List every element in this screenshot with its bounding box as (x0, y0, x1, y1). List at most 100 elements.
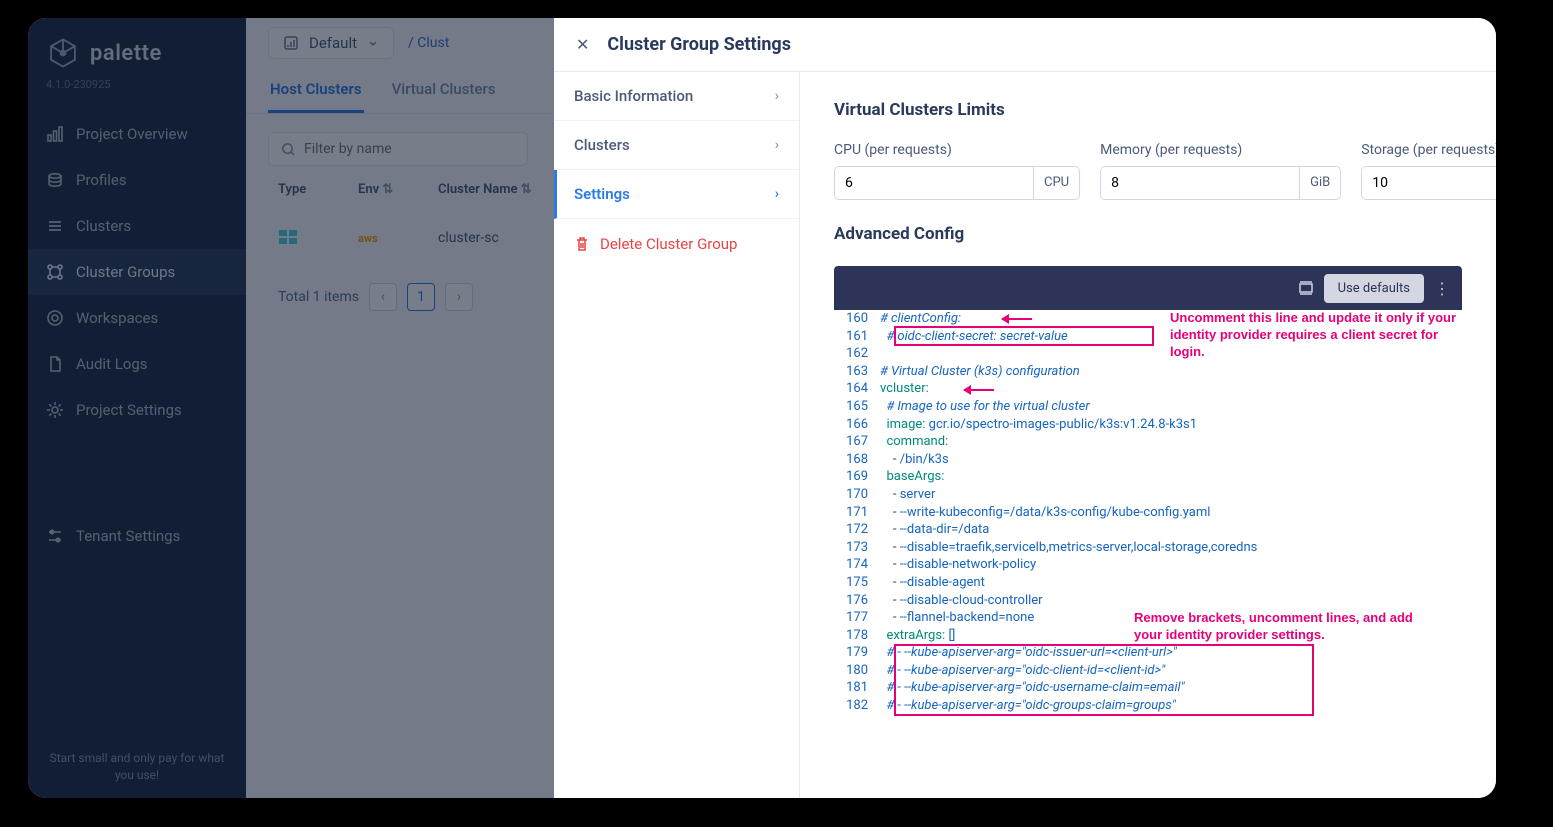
code-line[interactable]: 163# Virtual Cluster (k3s) configuration (834, 363, 1462, 381)
code-line[interactable]: 175 - --disable-agent (834, 574, 1462, 592)
settings-nav: Basic Information › Clusters › Settings … (554, 72, 800, 798)
code-line[interactable]: 182 # - --kube-apiserver-arg="oidc-group… (834, 697, 1462, 715)
nav-label: Clusters (574, 136, 630, 154)
nav-basic-information[interactable]: Basic Information › (554, 72, 799, 121)
code-content: - --disable-network-policy (880, 556, 1462, 574)
code-content: # - --kube-apiserver-arg="oidc-groups-cl… (880, 697, 1462, 715)
code-line[interactable]: 174 - --disable-network-policy (834, 556, 1462, 574)
line-number: 178 (834, 627, 880, 645)
code-content: - --disable-agent (880, 574, 1462, 592)
code-content: # Virtual Cluster (k3s) configuration (880, 363, 1462, 381)
more-icon[interactable]: ⋮ (1434, 279, 1450, 298)
memory-unit: GiB (1299, 167, 1340, 199)
annotation-text-2: Remove brackets, uncomment lines, and ad… (1134, 610, 1444, 644)
code-content: # - --kube-apiserver-arg="oidc-username-… (880, 679, 1462, 697)
line-number: 176 (834, 592, 880, 610)
chevron-right-icon: › (775, 88, 779, 104)
nav-label: Settings (574, 185, 630, 203)
storage-input[interactable] (1362, 167, 1496, 199)
limit-label: Memory (per requests) (1100, 142, 1341, 158)
close-icon[interactable]: ✕ (576, 35, 589, 54)
chevron-right-icon: › (775, 137, 779, 153)
code-line[interactable]: 164vcluster: (834, 380, 1462, 398)
code-line[interactable]: 173 - --disable=traefik,servicelb,metric… (834, 539, 1462, 557)
code-line[interactable]: 168 - /bin/k3s (834, 451, 1462, 469)
code-content: # - --kube-apiserver-arg="oidc-issuer-ur… (880, 644, 1462, 662)
code-line[interactable]: 169 baseArgs: (834, 468, 1462, 486)
line-number: 166 (834, 416, 880, 434)
line-number: 182 (834, 697, 880, 715)
line-number: 177 (834, 609, 880, 627)
code-line[interactable]: 170 - server (834, 486, 1462, 504)
section-limits-title: Virtual Clusters Limits (834, 100, 1462, 120)
memory-input[interactable] (1101, 167, 1299, 199)
code-line[interactable]: 179 # - --kube-apiserver-arg="oidc-issue… (834, 644, 1462, 662)
code-content: - --disable-cloud-controller (880, 592, 1462, 610)
settings-drawer: ✕ Cluster Group Settings Basic Informati… (554, 18, 1496, 798)
code-content: # - --kube-apiserver-arg="oidc-client-id… (880, 662, 1462, 680)
line-number: 167 (834, 433, 880, 451)
chevron-right-icon: › (775, 186, 779, 202)
drawer-body: Basic Information › Clusters › Settings … (554, 72, 1496, 798)
limit-label: CPU (per requests) (834, 142, 1080, 158)
expand-icon[interactable] (1298, 280, 1314, 296)
code-content: baseArgs: (880, 468, 1462, 486)
line-number: 165 (834, 398, 880, 416)
code-line[interactable]: 180 # - --kube-apiserver-arg="oidc-clien… (834, 662, 1462, 680)
nav-clusters[interactable]: Clusters › (554, 121, 799, 170)
editor-toolbar: Use defaults ⋮ (834, 266, 1462, 310)
line-number: 169 (834, 468, 880, 486)
line-number: 172 (834, 521, 880, 539)
delete-label: Delete Cluster Group (600, 235, 737, 253)
use-defaults-button[interactable]: Use defaults (1324, 274, 1424, 303)
line-number: 170 (834, 486, 880, 504)
cpu-input[interactable] (835, 167, 1033, 199)
line-number: 168 (834, 451, 880, 469)
line-number: 174 (834, 556, 880, 574)
app-window: palette 4.1.0-230925 Project Overview Pr… (28, 18, 1496, 798)
nav-label: Basic Information (574, 87, 693, 105)
cpu-unit: CPU (1033, 167, 1079, 199)
line-number: 179 (834, 644, 880, 662)
code-content: - --disable=traefik,servicelb,metrics-se… (880, 539, 1462, 557)
line-number: 160 (834, 310, 880, 328)
code-editor[interactable]: 160# clientConfig:161 # oidc-client-secr… (834, 310, 1462, 715)
code-line[interactable]: 171 - --write-kubeconfig=/data/k3s-confi… (834, 504, 1462, 522)
line-number: 180 (834, 662, 880, 680)
annotation-arrow-2 (964, 389, 994, 391)
code-line[interactable]: 167 command: (834, 433, 1462, 451)
code-line[interactable]: 176 - --disable-cloud-controller (834, 592, 1462, 610)
code-content: - --data-dir=/data (880, 521, 1462, 539)
line-number: 173 (834, 539, 880, 557)
line-number: 175 (834, 574, 880, 592)
line-number: 161 (834, 328, 880, 346)
annotation-arrow-1 (1002, 318, 1032, 320)
code-line[interactable]: 165 # Image to use for the virtual clust… (834, 398, 1462, 416)
line-number: 181 (834, 679, 880, 697)
nav-settings[interactable]: Settings › (554, 170, 799, 219)
line-number: 171 (834, 504, 880, 522)
code-line[interactable]: 181 # - --kube-apiserver-arg="oidc-usern… (834, 679, 1462, 697)
limit-cpu: CPU (per requests) CPU (834, 142, 1080, 200)
drawer-title: Cluster Group Settings (607, 34, 791, 55)
code-line[interactable]: 172 - --data-dir=/data (834, 521, 1462, 539)
limit-storage: Storage (per requests) GiB (1361, 142, 1496, 200)
line-number: 163 (834, 363, 880, 381)
line-number: 162 (834, 345, 880, 363)
code-content: - /bin/k3s (880, 451, 1462, 469)
code-content: image: gcr.io/spectro-images-public/k3s:… (880, 416, 1462, 434)
drawer-header: ✕ Cluster Group Settings (554, 18, 1496, 72)
code-content: - server (880, 486, 1462, 504)
code-content: - --write-kubeconfig=/data/k3s-config/ku… (880, 504, 1462, 522)
code-content: command: (880, 433, 1462, 451)
section-advanced-title: Advanced Config (834, 224, 1462, 244)
code-content: # Image to use for the virtual cluster (880, 398, 1462, 416)
limit-memory: Memory (per requests) GiB (1100, 142, 1341, 200)
limits-row: CPU (per requests) CPU Memory (per reque… (834, 142, 1462, 200)
code-line[interactable]: 166 image: gcr.io/spectro-images-public/… (834, 416, 1462, 434)
limit-label: Storage (per requests) (1361, 142, 1496, 158)
delete-cluster-group[interactable]: Delete Cluster Group (554, 219, 799, 269)
annotation-text-1: Uncomment this line and update it only i… (1170, 310, 1460, 361)
trash-icon (574, 236, 590, 252)
line-number: 164 (834, 380, 880, 398)
